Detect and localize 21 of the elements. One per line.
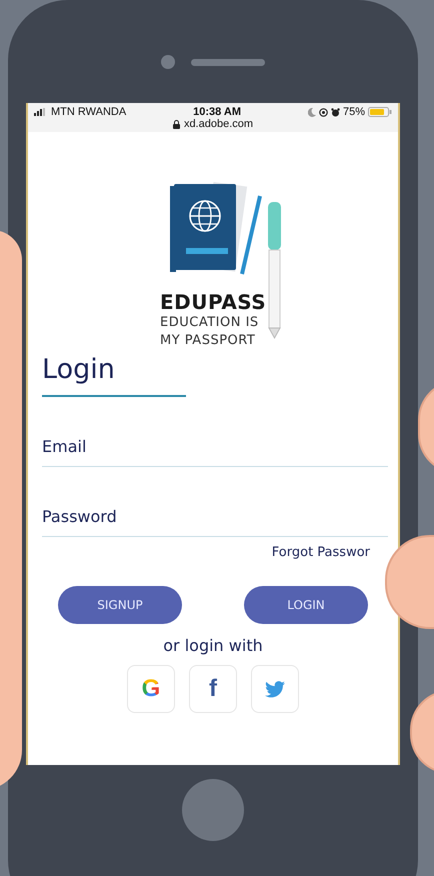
alt-login-text: or login with: [162, 636, 264, 655]
lock-icon: [172, 120, 180, 128]
clock-time: 10:38 AM: [193, 106, 242, 118]
camera-dot: [161, 54, 175, 68]
password-field[interactable]: Password: [42, 467, 388, 537]
signal-icon: [34, 108, 48, 116]
moon-icon: [308, 108, 316, 116]
alarm-icon: [330, 108, 340, 116]
bird-icon: [265, 680, 285, 698]
email-field[interactable]: Email: [42, 397, 388, 467]
page-title: Login: [42, 354, 116, 385]
facebook-button[interactable]: f: [189, 665, 237, 713]
battery-icon: [368, 107, 392, 117]
url-text: xd.adobe.com: [34, 118, 392, 130]
rotation-lock-icon: [318, 108, 328, 116]
carrier-name: MTN RWANDA: [51, 106, 126, 118]
signup-button[interactable]: SIGNUP: [58, 586, 182, 624]
forgot-password-link[interactable]: Forgot Passwor: [272, 545, 370, 560]
battery-percent: 75%: [342, 106, 365, 118]
twitter-button[interactable]: [251, 665, 299, 713]
login-button[interactable]: LOGIN: [244, 586, 368, 624]
